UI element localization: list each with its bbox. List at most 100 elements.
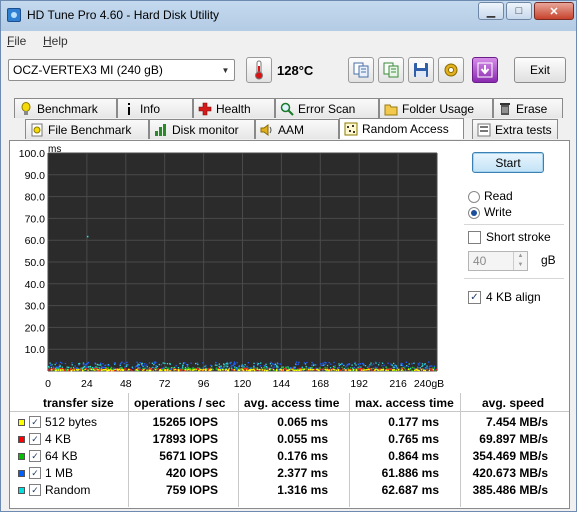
app-icon xyxy=(7,8,21,22)
menu-file[interactable]: File xyxy=(7,34,26,48)
data-point xyxy=(212,368,214,371)
minimize-button[interactable]: ▁ xyxy=(478,2,504,20)
data-point xyxy=(366,366,369,369)
data-point xyxy=(84,365,86,368)
data-point xyxy=(85,368,88,370)
data-point xyxy=(393,366,395,369)
data-point xyxy=(349,369,351,372)
row-checkbox[interactable]: ✓ xyxy=(29,484,41,496)
tab-label: Erase xyxy=(516,102,548,116)
write-radio[interactable] xyxy=(468,207,480,219)
tab-label: File Benchmark xyxy=(48,123,132,137)
align-checkbox[interactable]: ✓ xyxy=(468,291,481,304)
data-point xyxy=(110,368,112,371)
data-point xyxy=(232,365,235,367)
data-point xyxy=(253,362,255,365)
data-point xyxy=(408,369,410,372)
data-point xyxy=(187,367,189,369)
data-point xyxy=(205,369,207,371)
data-point xyxy=(159,369,161,371)
data-point xyxy=(295,369,298,372)
tab-error-scan[interactable]: Error Scan xyxy=(275,98,379,118)
data-point xyxy=(216,364,218,366)
options-button[interactable] xyxy=(438,57,464,83)
drive-select[interactable]: OCZ-VERTEX3 MI (240 gB) ▼ xyxy=(8,59,235,81)
series-color-swatch xyxy=(18,487,25,494)
tab-disk-monitor[interactable]: Disk monitor xyxy=(149,119,255,139)
x-tick-label: 144 xyxy=(273,378,291,389)
tab-aam[interactable]: AAM xyxy=(255,119,339,139)
data-point xyxy=(326,364,329,367)
tab-file-benchmark[interactable]: File Benchmark xyxy=(25,119,149,139)
data-point xyxy=(320,364,323,366)
row-checkbox[interactable]: ✓ xyxy=(29,433,41,445)
exit-button[interactable]: Exit xyxy=(514,57,566,83)
tab-health[interactable]: Health xyxy=(193,98,275,118)
data-point xyxy=(103,367,106,369)
data-point xyxy=(130,369,132,371)
tab-benchmark[interactable]: Benchmark xyxy=(14,98,117,118)
data-point xyxy=(269,368,271,371)
spinner-arrows-icon[interactable]: ▲ ▼ xyxy=(513,252,527,270)
data-point xyxy=(421,363,424,365)
data-point xyxy=(256,367,259,369)
data-point xyxy=(297,369,299,371)
data-point xyxy=(190,362,192,364)
data-point xyxy=(216,368,218,371)
data-point xyxy=(403,367,406,370)
data-point xyxy=(88,366,90,368)
save-button[interactable] xyxy=(408,57,434,83)
data-point xyxy=(423,369,425,371)
series-color-swatch xyxy=(18,453,25,460)
tab-extra-tests[interactable]: Extra tests xyxy=(472,119,558,139)
data-point xyxy=(333,369,336,371)
cell-avg-access: 0.176 ms xyxy=(277,449,328,463)
x-tick-label: 72 xyxy=(159,378,171,389)
data-point xyxy=(137,363,139,365)
data-point xyxy=(157,368,159,370)
maximize-button[interactable]: □ xyxy=(506,2,532,20)
copy-info-button[interactable] xyxy=(348,57,374,83)
data-point xyxy=(52,366,54,368)
download-button[interactable] xyxy=(472,57,498,83)
data-point xyxy=(420,369,423,371)
data-point xyxy=(339,369,342,371)
data-point xyxy=(270,361,272,364)
data-point xyxy=(55,362,57,364)
data-point xyxy=(209,368,211,371)
data-point xyxy=(413,367,415,369)
read-radio[interactable] xyxy=(468,191,480,203)
temperature-button[interactable] xyxy=(246,57,272,83)
start-button[interactable]: Start xyxy=(472,152,544,173)
copy-icon xyxy=(353,62,369,78)
data-point xyxy=(234,367,236,369)
row-checkbox[interactable]: ✓ xyxy=(29,450,41,462)
cell-avg-access: 0.055 ms xyxy=(277,432,328,446)
data-point xyxy=(207,369,209,371)
data-point xyxy=(362,363,365,365)
menu-help[interactable]: Help xyxy=(43,34,68,48)
copy-all-button[interactable] xyxy=(378,57,404,83)
tab-folder-usage[interactable]: Folder Usage xyxy=(379,98,493,118)
row-checkbox[interactable]: ✓ xyxy=(29,416,41,428)
tab-info[interactable]: Info xyxy=(117,98,193,118)
cell-size: Random xyxy=(45,483,91,497)
row-checkbox[interactable]: ✓ xyxy=(29,467,41,479)
data-point xyxy=(76,367,79,369)
short-stroke-checkbox[interactable] xyxy=(468,231,481,244)
data-point xyxy=(274,363,277,366)
tab-erase[interactable]: Erase xyxy=(493,98,563,118)
data-point xyxy=(230,366,233,368)
data-point xyxy=(91,367,94,369)
temperature-value: 128°C xyxy=(277,63,314,78)
short-stroke-size-input[interactable]: 40 ▲ ▼ xyxy=(468,251,528,271)
data-point xyxy=(307,367,310,369)
file-benchmark-icon xyxy=(30,123,44,137)
data-point xyxy=(51,369,53,371)
data-point xyxy=(315,367,317,369)
short-stroke-label: Short stroke xyxy=(486,230,551,244)
close-button[interactable]: ✕ xyxy=(534,2,574,20)
data-point xyxy=(246,365,248,368)
data-point xyxy=(85,366,87,368)
tab-random-access[interactable]: Random Access xyxy=(339,118,464,139)
